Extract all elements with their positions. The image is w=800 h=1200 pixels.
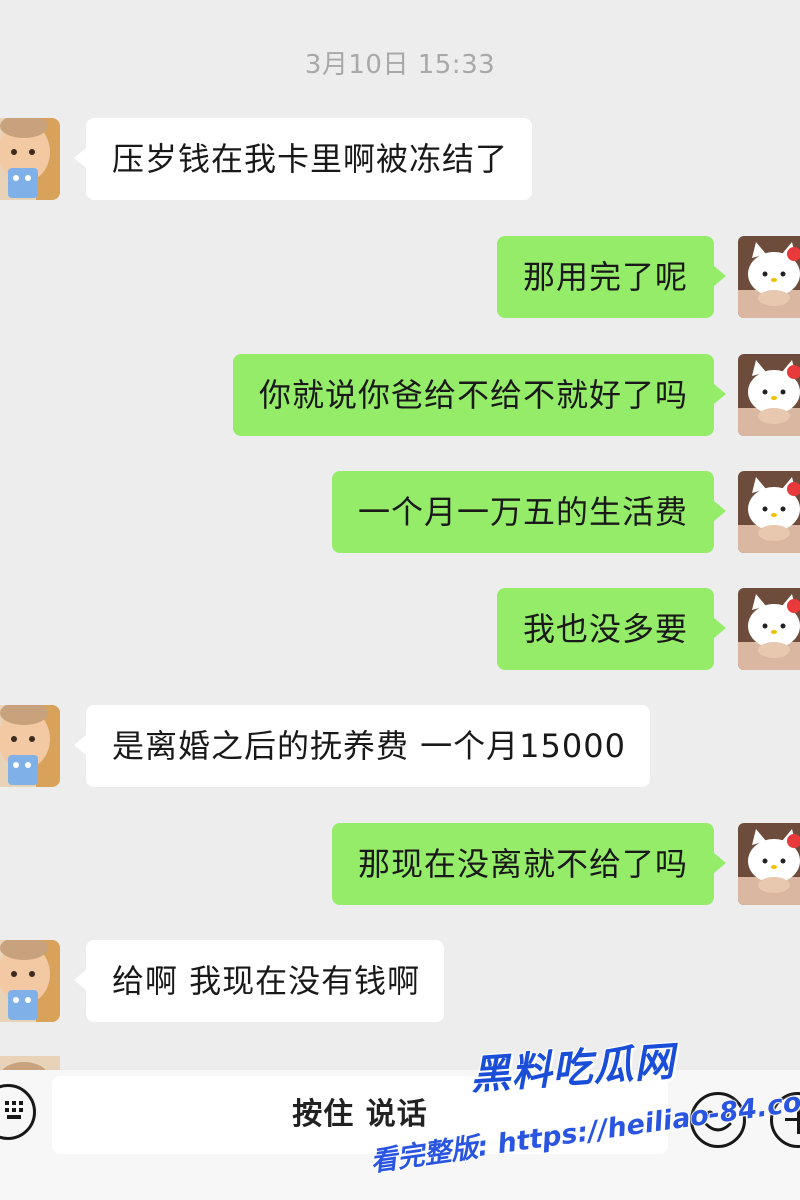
avatar-baby[interactable] xyxy=(0,118,60,200)
message-bubble-received[interactable]: 是离婚之后的抚养费 一个月15000 xyxy=(74,705,650,787)
avatar-baby[interactable] xyxy=(0,705,60,787)
message-row: 是离婚之后的抚养费 一个月15000 xyxy=(0,705,800,789)
message-row: 你就说你爸给不给不就好了吗 xyxy=(0,354,800,438)
chat-input-bar: 按住 说话 xyxy=(0,1070,800,1200)
message-bubble-sent[interactable]: 我也没多要 xyxy=(496,588,727,670)
avatar-hello-kitty[interactable] xyxy=(738,236,800,318)
message-row: 那现在没离就不给了吗 xyxy=(0,823,800,907)
message-bubble-sent[interactable]: 那现在没离就不给了吗 xyxy=(331,823,727,905)
chat-screen: 3月10日 15:33 压岁钱在我卡里啊被冻结了 那用完了呢 你就说你爸给不给不… xyxy=(0,0,800,1200)
message-row: 那用完了呢 xyxy=(0,236,800,320)
avatar-hello-kitty[interactable] xyxy=(738,471,800,553)
avatar-hello-kitty[interactable] xyxy=(738,823,800,905)
message-timestamp: 3月10日 15:33 xyxy=(304,50,496,80)
message-row: 给啊 我现在没有钱啊 xyxy=(0,940,800,1024)
message-bubble-received[interactable]: 给啊 我现在没有钱啊 xyxy=(73,940,445,1022)
emoji-icon[interactable] xyxy=(690,1092,746,1148)
message-bubble-sent[interactable]: 一个月一万五的生活费 xyxy=(331,471,727,553)
message-bubble-received[interactable]: 压岁钱在我卡里啊被冻结了 xyxy=(73,118,533,200)
avatar-hello-kitty[interactable] xyxy=(738,588,800,670)
plus-icon[interactable] xyxy=(770,1092,800,1148)
avatar-hello-kitty[interactable] xyxy=(738,354,800,436)
avatar-baby[interactable] xyxy=(0,940,60,1022)
message-bubble-sent[interactable]: 你就说你爸给不给不就好了吗 xyxy=(232,354,727,436)
message-bubble-sent[interactable]: 那用完了呢 xyxy=(496,236,727,318)
message-row: 一个月一万五的生活费 xyxy=(0,471,800,555)
message-row: 压岁钱在我卡里啊被冻结了 xyxy=(0,118,800,202)
message-row: 我也没多要 xyxy=(0,588,800,672)
keyboard-icon[interactable] xyxy=(0,1084,36,1140)
hold-to-talk-button[interactable]: 按住 说话 xyxy=(52,1076,668,1154)
